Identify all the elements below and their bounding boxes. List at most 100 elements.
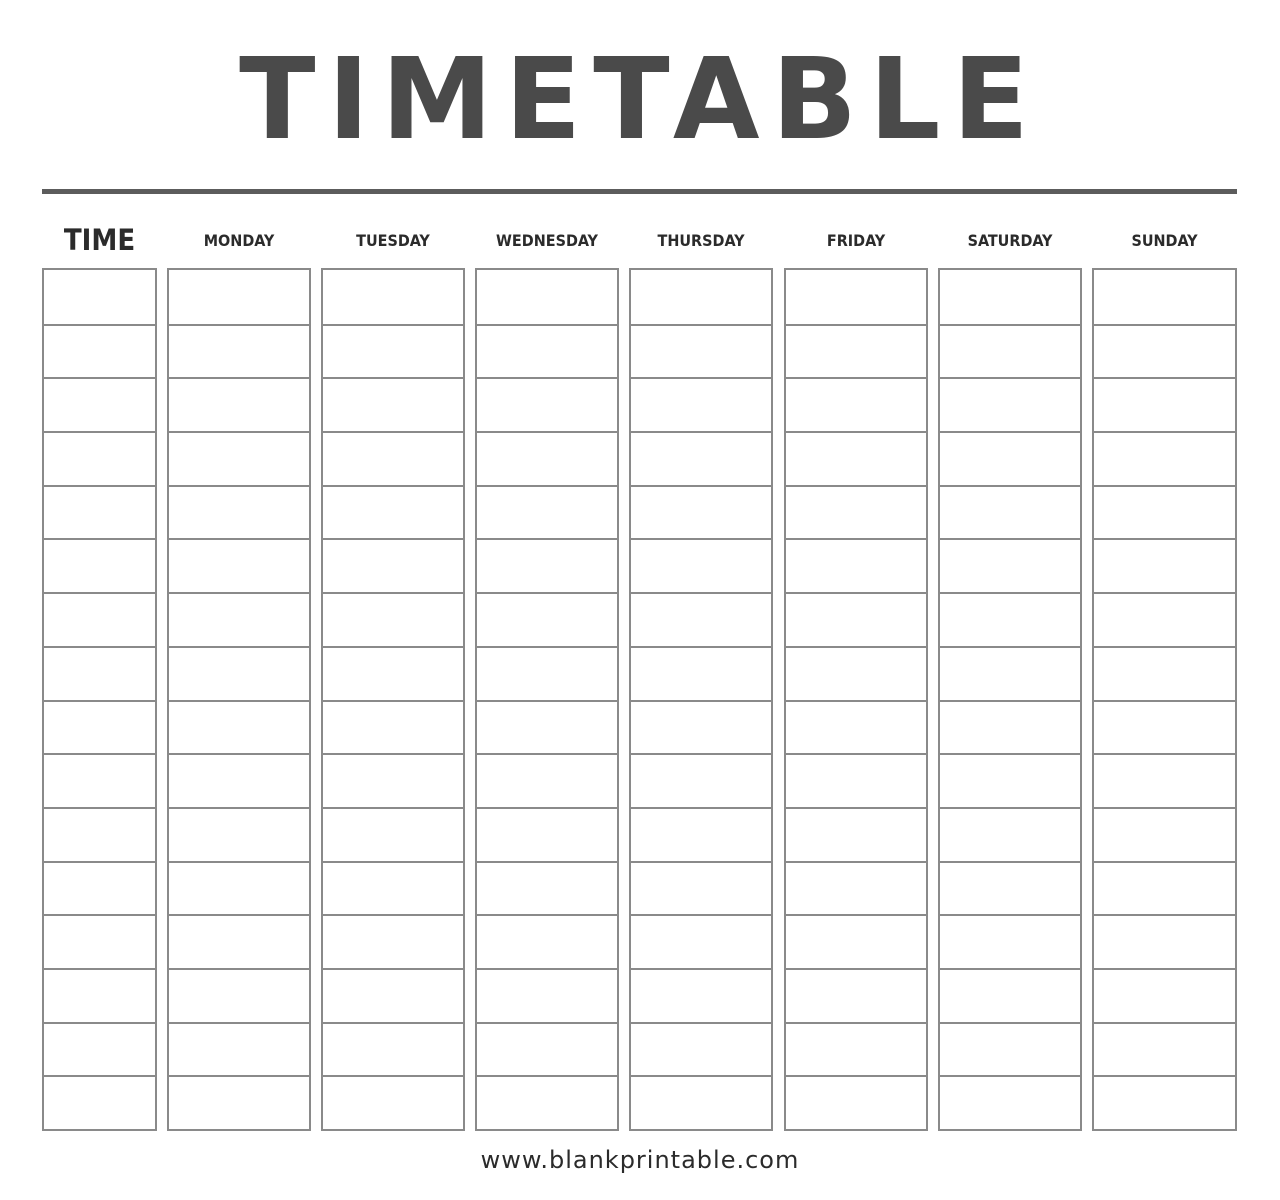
cell-sunday-13[interactable] (1094, 914, 1235, 970)
cell-sunday-9[interactable] (1094, 699, 1235, 756)
cell-tuesday-1[interactable] (323, 270, 463, 324)
cell-monday-1[interactable] (169, 270, 309, 324)
cell-sunday-7[interactable] (1094, 592, 1235, 648)
cell-thursday-6[interactable] (631, 538, 771, 594)
cell-thursday-1[interactable] (631, 270, 771, 324)
cell-tuesday-6[interactable] (323, 538, 463, 594)
cell-saturday-2[interactable] (940, 323, 1080, 380)
cell-friday-5[interactable] (786, 484, 926, 541)
cell-sunday-4[interactable] (1094, 431, 1235, 487)
cell-sunday-6[interactable] (1094, 538, 1235, 594)
cell-tuesday-7[interactable] (323, 592, 463, 648)
cell-saturday-8[interactable] (940, 645, 1080, 702)
cell-monday-4[interactable] (169, 431, 309, 487)
cell-friday-7[interactable] (786, 592, 926, 648)
cell-tuesday-14[interactable] (323, 967, 463, 1024)
cell-wednesday-12[interactable] (477, 860, 617, 917)
cell-sunday-14[interactable] (1094, 967, 1235, 1024)
cell-time-4[interactable] (44, 431, 155, 487)
cell-time-13[interactable] (44, 914, 155, 970)
cell-saturday-12[interactable] (940, 860, 1080, 917)
cell-monday-6[interactable] (169, 538, 309, 594)
cell-friday-6[interactable] (786, 538, 926, 594)
cell-monday-13[interactable] (169, 914, 309, 970)
cell-thursday-3[interactable] (631, 377, 771, 433)
cell-saturday-6[interactable] (940, 538, 1080, 594)
cell-friday-9[interactable] (786, 699, 926, 756)
cell-tuesday-4[interactable] (323, 431, 463, 487)
cell-monday-7[interactable] (169, 592, 309, 648)
cell-time-2[interactable] (44, 323, 155, 380)
cell-sunday-2[interactable] (1094, 323, 1235, 380)
cell-thursday-11[interactable] (631, 806, 771, 863)
cell-monday-9[interactable] (169, 699, 309, 756)
cell-time-7[interactable] (44, 592, 155, 648)
cell-thursday-2[interactable] (631, 323, 771, 380)
cell-wednesday-8[interactable] (477, 645, 617, 702)
cell-monday-2[interactable] (169, 323, 309, 380)
cell-time-1[interactable] (44, 270, 155, 324)
cell-time-9[interactable] (44, 699, 155, 756)
cell-saturday-15[interactable] (940, 1021, 1080, 1078)
cell-tuesday-3[interactable] (323, 377, 463, 433)
cell-friday-4[interactable] (786, 431, 926, 487)
cell-monday-11[interactable] (169, 806, 309, 863)
cell-thursday-15[interactable] (631, 1021, 771, 1078)
cell-friday-14[interactable] (786, 967, 926, 1024)
cell-tuesday-16[interactable] (323, 1075, 463, 1131)
cell-thursday-10[interactable] (631, 753, 771, 809)
cell-sunday-15[interactable] (1094, 1021, 1235, 1078)
cell-saturday-5[interactable] (940, 484, 1080, 541)
cell-saturday-9[interactable] (940, 699, 1080, 756)
cell-tuesday-5[interactable] (323, 484, 463, 541)
cell-thursday-4[interactable] (631, 431, 771, 487)
cell-monday-14[interactable] (169, 967, 309, 1024)
cell-friday-16[interactable] (786, 1075, 926, 1131)
cell-friday-3[interactable] (786, 377, 926, 433)
cell-tuesday-2[interactable] (323, 323, 463, 380)
cell-wednesday-2[interactable] (477, 323, 617, 380)
cell-tuesday-8[interactable] (323, 645, 463, 702)
cell-wednesday-16[interactable] (477, 1075, 617, 1131)
cell-saturday-3[interactable] (940, 377, 1080, 433)
cell-sunday-16[interactable] (1094, 1075, 1235, 1131)
cell-thursday-5[interactable] (631, 484, 771, 541)
cell-friday-8[interactable] (786, 645, 926, 702)
cell-sunday-10[interactable] (1094, 753, 1235, 809)
cell-sunday-8[interactable] (1094, 645, 1235, 702)
cell-wednesday-15[interactable] (477, 1021, 617, 1078)
cell-wednesday-13[interactable] (477, 914, 617, 970)
cell-monday-10[interactable] (169, 753, 309, 809)
cell-sunday-3[interactable] (1094, 377, 1235, 433)
cell-thursday-16[interactable] (631, 1075, 771, 1131)
cell-wednesday-3[interactable] (477, 377, 617, 433)
cell-time-14[interactable] (44, 967, 155, 1024)
cell-friday-15[interactable] (786, 1021, 926, 1078)
cell-wednesday-9[interactable] (477, 699, 617, 756)
cell-monday-8[interactable] (169, 645, 309, 702)
cell-wednesday-7[interactable] (477, 592, 617, 648)
cell-sunday-1[interactable] (1094, 270, 1235, 324)
cell-tuesday-13[interactable] (323, 914, 463, 970)
cell-sunday-5[interactable] (1094, 484, 1235, 541)
cell-thursday-14[interactable] (631, 967, 771, 1024)
cell-saturday-11[interactable] (940, 806, 1080, 863)
cell-thursday-8[interactable] (631, 645, 771, 702)
cell-monday-15[interactable] (169, 1021, 309, 1078)
cell-tuesday-15[interactable] (323, 1021, 463, 1078)
cell-tuesday-11[interactable] (323, 806, 463, 863)
cell-monday-12[interactable] (169, 860, 309, 917)
cell-tuesday-12[interactable] (323, 860, 463, 917)
cell-time-11[interactable] (44, 806, 155, 863)
cell-wednesday-4[interactable] (477, 431, 617, 487)
cell-wednesday-6[interactable] (477, 538, 617, 594)
cell-time-3[interactable] (44, 377, 155, 433)
cell-thursday-12[interactable] (631, 860, 771, 917)
cell-saturday-7[interactable] (940, 592, 1080, 648)
cell-saturday-10[interactable] (940, 753, 1080, 809)
cell-time-15[interactable] (44, 1021, 155, 1078)
cell-wednesday-14[interactable] (477, 967, 617, 1024)
cell-friday-11[interactable] (786, 806, 926, 863)
cell-wednesday-5[interactable] (477, 484, 617, 541)
cell-time-10[interactable] (44, 753, 155, 809)
